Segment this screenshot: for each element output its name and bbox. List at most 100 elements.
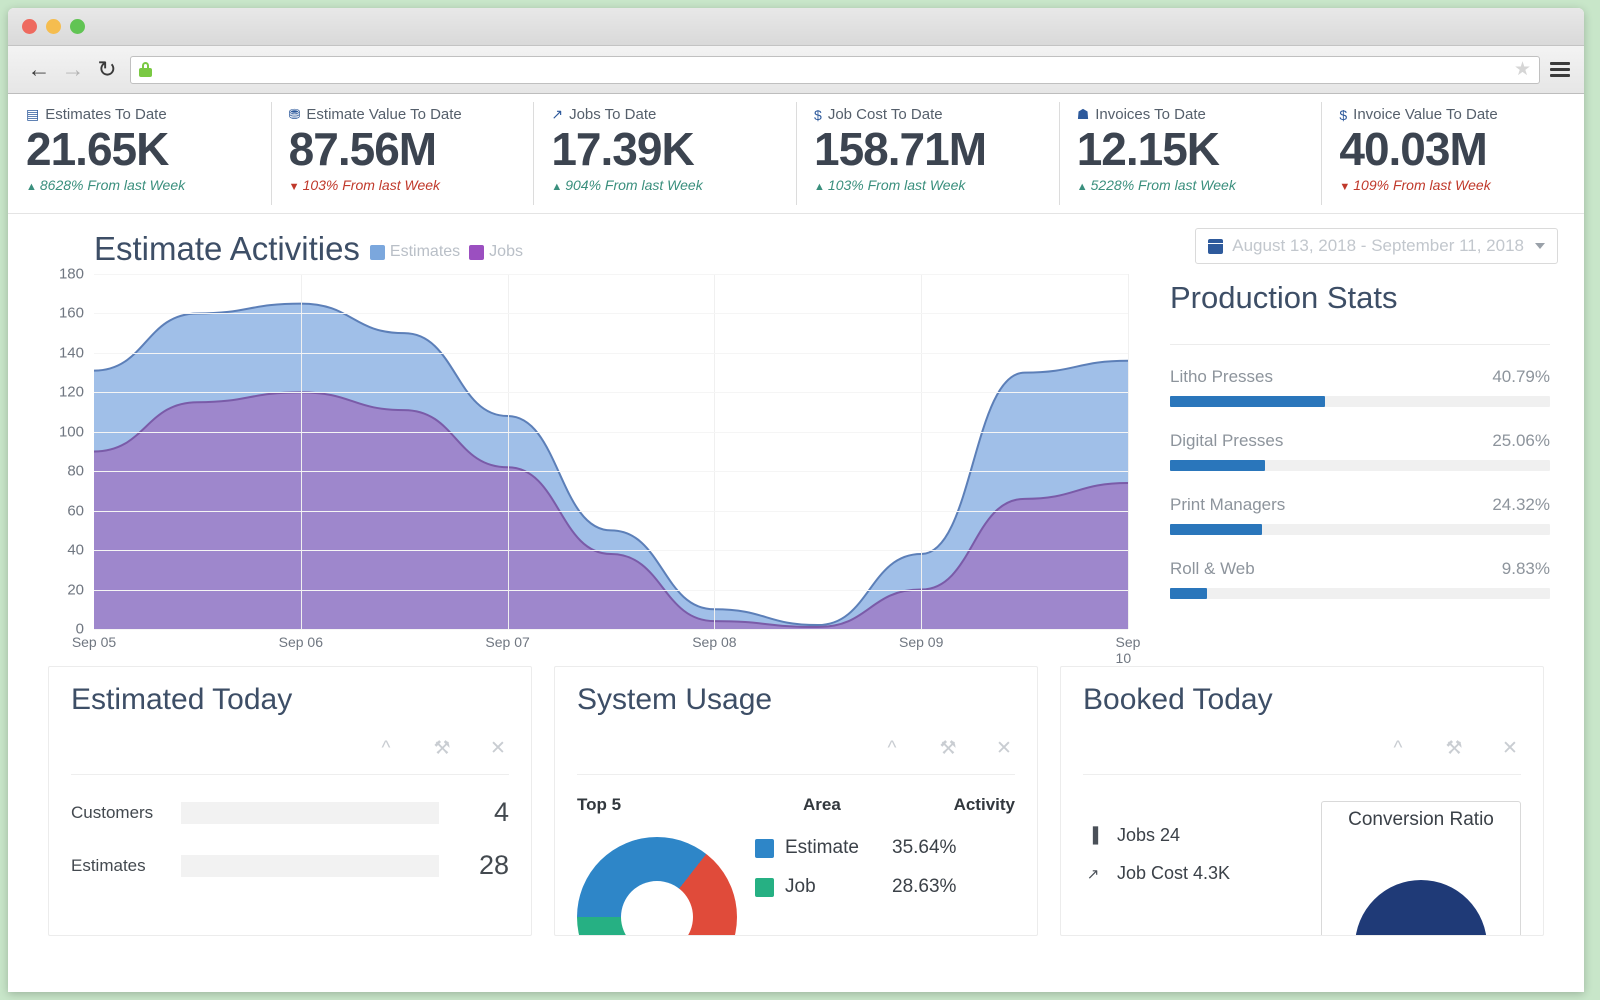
gridline-h <box>94 629 1128 630</box>
progress-track <box>1170 460 1550 471</box>
booked-today-panel: Booked Today ^ ⚒ ✕ ▐Jobs 24↗Job Cost 4.3… <box>1060 666 1544 936</box>
kpi-value: 17.39K <box>551 125 796 173</box>
reload-icon[interactable]: ↻ <box>90 53 124 87</box>
kpi-delta: ▼103% From last Week <box>289 177 534 193</box>
x-tick-label: Sep 07 <box>485 634 529 650</box>
y-tick-label: 120 <box>59 384 84 401</box>
production-stat-label: Litho Presses <box>1170 367 1273 387</box>
progress-track <box>181 855 439 877</box>
gridline-h <box>94 432 1128 433</box>
collapse-icon[interactable]: ^ <box>1387 739 1409 758</box>
kpi-value: 87.56M <box>289 125 534 173</box>
kpi-label: Invoice Value To Date <box>1353 106 1498 123</box>
chart-header: Estimate Activities Estimates Jobs <box>8 228 1584 268</box>
legend-value: 28.63% <box>892 876 956 898</box>
close-icon[interactable]: ✕ <box>1499 739 1521 758</box>
production-stats-list: Litho Presses40.79%Digital Presses25.06%… <box>1170 367 1550 599</box>
back-icon[interactable]: ← <box>22 53 56 87</box>
kpi-delta: ▲103% From last Week <box>814 177 1059 193</box>
gridline-v <box>714 274 715 629</box>
address-bar[interactable]: ★ <box>130 56 1540 84</box>
hamburger-menu-icon[interactable] <box>1550 62 1570 77</box>
estimate-activities-section: Estimate Activities Estimates Jobs <box>8 214 1584 654</box>
kpi-delta: ▲904% From last Week <box>551 177 796 193</box>
x-tick-label: Sep 08 <box>692 634 736 650</box>
kpi-delta: ▲5228% From last Week <box>1077 177 1322 193</box>
x-tick-label: Sep 06 <box>279 634 323 650</box>
production-stat-value: 40.79% <box>1492 367 1550 387</box>
kpi-label: Invoices To Date <box>1095 106 1206 123</box>
estimated-today-panel: Estimated Today ^ ⚒ ✕ Customers4 Estimate… <box>48 666 532 936</box>
production-stat-row: Print Managers24.32% <box>1170 495 1550 515</box>
metric-label: Customers <box>71 803 181 823</box>
metric-value: 28 <box>439 850 509 881</box>
legend-item-jobs[interactable]: Jobs <box>469 243 523 261</box>
kpi-header: ☗ Invoices To Date <box>1077 106 1322 123</box>
panel-title: Estimated Today <box>71 683 509 717</box>
system-usage-legend-item[interactable]: Job28.63% <box>755 876 1015 898</box>
area-chart[interactable]: 020406080100120140160180 Sep 05Sep 06Sep… <box>8 274 1148 654</box>
kpi-header: $ Job Cost To Date <box>814 106 1059 123</box>
wrench-icon[interactable]: ⚒ <box>937 739 959 758</box>
estimated-today-row: Customers4 <box>71 797 509 828</box>
y-tick-label: 60 <box>67 502 84 519</box>
gridline-v <box>921 274 922 629</box>
date-range-picker[interactable]: August 13, 2018 - September 11, 2018 <box>1195 228 1558 264</box>
collapse-icon[interactable]: ^ <box>375 739 397 758</box>
legend-swatch <box>469 245 484 260</box>
kpi-card[interactable]: ☗ Invoices To Date 12.15K ▲5228% From la… <box>1059 94 1322 213</box>
close-icon[interactable]: ✕ <box>487 739 509 758</box>
collapse-icon[interactable]: ^ <box>881 739 903 758</box>
system-usage-body: Estimate35.64% Job28.63% <box>577 837 1015 936</box>
divider <box>71 774 509 775</box>
system-usage-legend-item[interactable]: Estimate35.64% <box>755 837 1015 859</box>
star-icon[interactable]: ★ <box>1514 60 1531 79</box>
production-stat-row: Roll & Web9.83% <box>1170 559 1550 579</box>
legend-swatch <box>755 878 774 897</box>
legend-item-estimates[interactable]: Estimates <box>370 243 460 261</box>
kpi-value: 40.03M <box>1339 125 1584 173</box>
close-icon[interactable]: ✕ <box>993 739 1015 758</box>
gridline-h <box>94 313 1128 314</box>
chart-title: Estimate Activities <box>94 230 360 268</box>
maximize-window-button[interactable] <box>70 19 85 34</box>
progress-fill <box>1170 524 1262 535</box>
gridline-v <box>508 274 509 629</box>
divider <box>1170 344 1550 345</box>
wrench-icon[interactable]: ⚒ <box>431 739 453 758</box>
secure-lock-icon <box>139 62 152 77</box>
kpi-label: Jobs To Date <box>569 106 656 123</box>
booked-today-item: ↗Job Cost 4.3K <box>1083 863 1321 884</box>
progress-track <box>181 802 439 824</box>
booked-today-item: ▐Jobs 24 <box>1083 825 1321 846</box>
kpi-delta: ▼109% From last Week <box>1339 177 1584 193</box>
line-chart-icon: ↗ <box>551 106 563 123</box>
kpi-card[interactable]: ⛃ Estimate Value To Date 87.56M ▼103% Fr… <box>271 94 534 213</box>
close-window-button[interactable] <box>22 19 37 34</box>
donut-chart[interactable] <box>577 837 737 936</box>
kpi-value: 21.65K <box>26 125 271 173</box>
kpi-card[interactable]: ↗ Jobs To Date 17.39K ▲904% From last We… <box>533 94 796 213</box>
gridline-h <box>94 590 1128 591</box>
kpi-header: ⛃ Estimate Value To Date <box>289 106 534 123</box>
estimated-today-rows: Customers4 Estimates28 <box>71 797 509 881</box>
gridline-v <box>301 274 302 629</box>
estimated-today-row: Estimates28 <box>71 850 509 881</box>
document-icon: ▤ <box>26 106 39 123</box>
production-stat-item: Roll & Web9.83% <box>1170 559 1550 599</box>
forward-icon[interactable]: → <box>56 53 90 87</box>
chart-legend: Estimates Jobs <box>370 243 523 261</box>
system-usage-legend: Estimate35.64% Job28.63% <box>737 837 1015 936</box>
legend-label: Estimates <box>390 243 460 261</box>
minimize-window-button[interactable] <box>46 19 61 34</box>
kpi-card[interactable]: $ Invoice Value To Date 40.03M ▼109% Fro… <box>1321 94 1584 213</box>
y-tick-label: 80 <box>67 463 84 480</box>
production-stat-value: 9.83% <box>1502 559 1550 579</box>
kpi-card[interactable]: ▤ Estimates To Date 21.65K ▲8628% From l… <box>8 94 271 213</box>
wrench-icon[interactable]: ⚒ <box>1443 739 1465 758</box>
panel-title: System Usage <box>577 683 1015 717</box>
kpi-card[interactable]: $ Job Cost To Date 158.71M ▲103% From la… <box>796 94 1059 213</box>
production-stats-title: Production Stats <box>1170 280 1550 316</box>
y-tick-label: 180 <box>59 266 84 283</box>
system-usage-panel: System Usage ^ ⚒ ✕ Top 5 Area Activity <box>554 666 1038 936</box>
